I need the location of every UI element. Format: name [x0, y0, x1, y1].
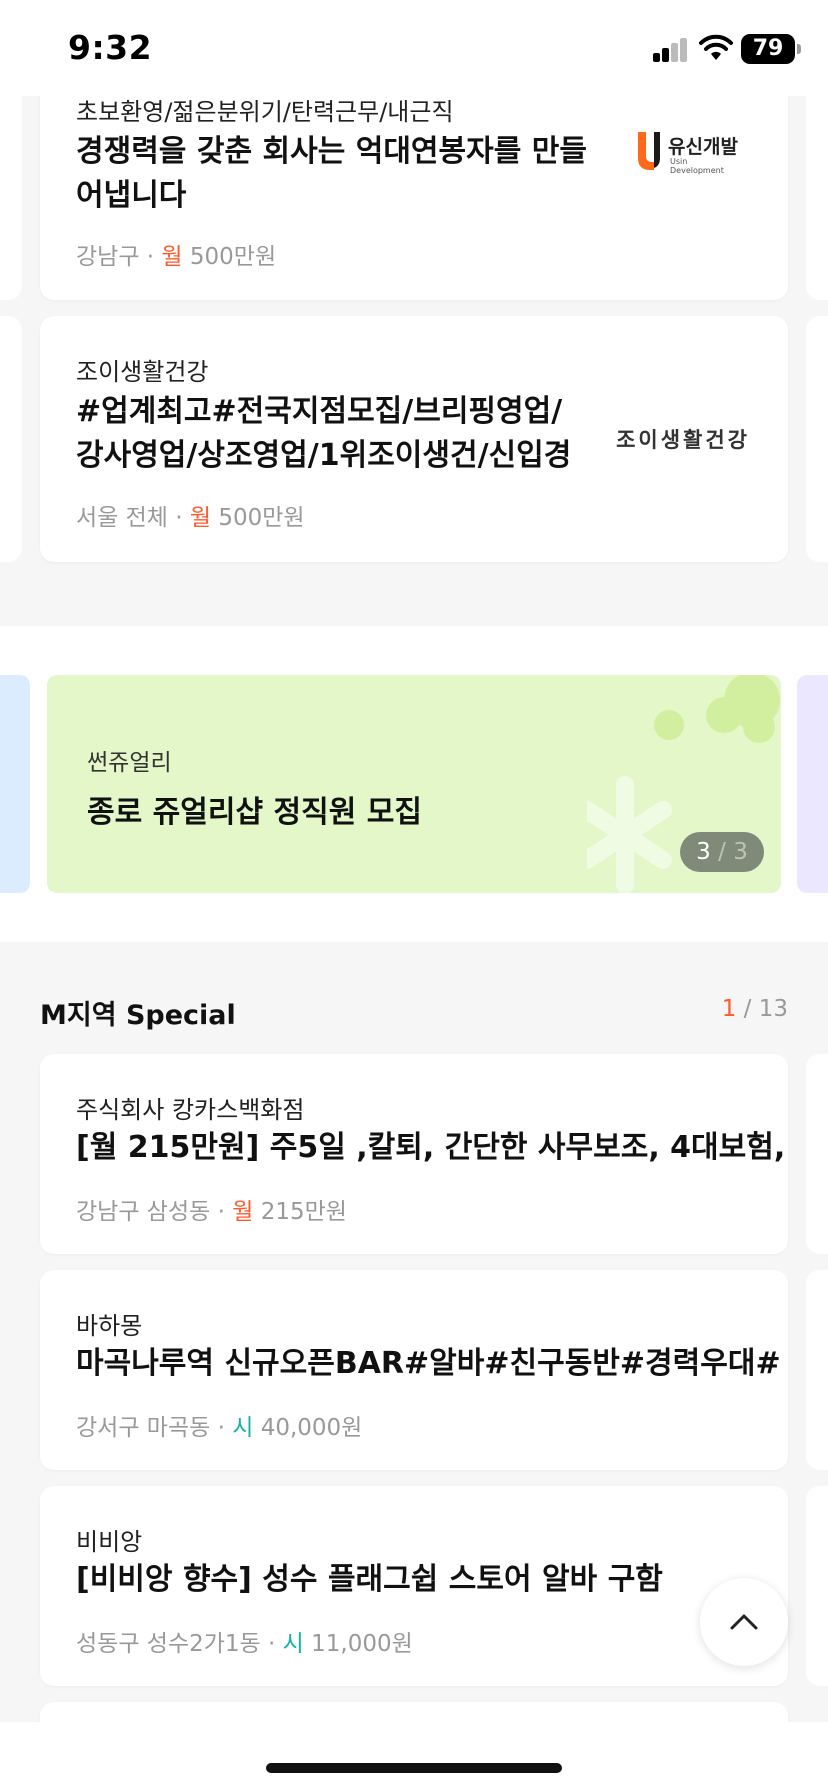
pay-amount: 11,000원 [311, 1631, 413, 1657]
job-meta: 강서구 마곡동 · 시 40,000원 [76, 1415, 363, 1441]
pay-type: 월 [189, 505, 212, 531]
job-location: 강남구 삼성동 [76, 1199, 211, 1225]
job-title-line1: 경쟁력을 갖춘 회사는 억대연봉자를 만들 [76, 134, 587, 169]
job-title-line1: #업계최고#전국지점모집/브리핑영업/ [76, 394, 563, 429]
pager-current: 3 [696, 839, 711, 865]
company-name: 바하몽 [76, 1312, 143, 1340]
prev-banner-stub[interactable] [0, 675, 30, 893]
banner-pager: 3 / 3 [680, 832, 764, 872]
prev-card-stub [0, 316, 22, 562]
job-title: [월 215만원] 주5일 ,칼퇴, 간단한 사무보조, 4대보험, [76, 1130, 786, 1165]
job-meta: 강남구 삼성동 · 월 215만원 [76, 1199, 347, 1225]
company-name: 비비앙 [76, 1528, 143, 1556]
usin-logo-mark-icon [638, 132, 660, 170]
job-card[interactable]: 초보환영/젊은분위기/탄력근무/내근직 경쟁력을 갖춘 회사는 억대연봉자를 만… [40, 70, 788, 300]
next-card-stub [806, 1054, 828, 1254]
section-page-total: 13 [758, 996, 788, 1022]
job-title: [비비앙 향수] 성수 플래그쉽 스토어 알바 구함 [76, 1562, 663, 1597]
pay-type: 월 [161, 244, 183, 270]
company-name: 조이생활건강 [76, 358, 209, 386]
prev-card-stub [0, 60, 22, 300]
logo-subtext: Usin Development [670, 157, 724, 175]
pay-type: 시 [282, 1631, 304, 1657]
job-location: 강서구 마곡동 [76, 1415, 211, 1441]
pay-amount: 500만원 [218, 505, 305, 531]
job-location: 강남구 [76, 244, 140, 270]
company-name: 주식회사 캉카스백화점 [76, 1096, 305, 1124]
job-meta: 서울 전체 · 월 500만원 [76, 505, 305, 531]
scroll-top-button[interactable] [700, 1578, 788, 1666]
cellular-signal-icon [653, 38, 689, 62]
company-logo: 조이생활건강 [616, 428, 750, 452]
banner-company: 썬쥬얼리 [87, 750, 172, 776]
battery-indicator: 79 [741, 34, 801, 64]
company-name: 초보환영/젊은분위기/탄력근무/내근직 [76, 98, 454, 126]
pay-type: 시 [232, 1415, 254, 1441]
next-banner-stub[interactable] [797, 675, 828, 893]
pay-type: 월 [232, 1199, 254, 1225]
job-title-line2: 어냅니다 [76, 178, 187, 213]
job-card[interactable]: 주식회사 캉카스백화점 [월 215만원] 주5일 ,칼퇴, 간단한 사무보조,… [40, 1054, 788, 1254]
wifi-icon [699, 34, 733, 60]
job-meta: 성동구 성수2가1동 · 시 11,000원 [76, 1631, 413, 1657]
section-page-current: 1 [721, 996, 737, 1022]
pager-total: 3 [733, 839, 748, 865]
promo-banner[interactable]: 썬쥬얼리 종로 쥬얼리샵 정직원 모집 3 / 3 [47, 675, 781, 893]
job-location: 성동구 성수2가1동 [76, 1631, 261, 1657]
next-card-stub [806, 60, 828, 300]
logo-text: 유신개발 [668, 136, 738, 158]
bottom-safe-area [0, 1722, 828, 1792]
next-card-stub [806, 1486, 828, 1686]
chevron-up-icon [730, 1614, 758, 1630]
job-card[interactable]: 비비앙 [비비앙 향수] 성수 플래그쉽 스토어 알바 구함 성동구 성수2가1… [40, 1486, 788, 1686]
status-bar: 9:32 79 [0, 0, 828, 96]
banner-title: 종로 쥬얼리샵 정직원 모집 [87, 795, 422, 830]
home-indicator[interactable] [266, 1763, 562, 1773]
job-card[interactable]: 바하몽 마곡나루역 신규오픈BAR#알바#친구동반#경력우대# 강서구 마곡동 … [40, 1270, 788, 1470]
next-card-stub [806, 316, 828, 562]
status-time: 9:32 [68, 28, 153, 67]
job-card[interactable]: 조이생활건강 #업계최고#전국지점모집/브리핑영업/ 강사영업/상조영업/1위조… [40, 316, 788, 562]
job-title: 마곡나루역 신규오픈BAR#알바#친구동반#경력우대# [76, 1346, 781, 1381]
job-meta: 강남구 · 월 500만원 [76, 244, 277, 270]
job-location: 서울 전체 [76, 505, 168, 531]
section-pager: 1 / 13 [721, 996, 788, 1022]
pay-amount: 215만원 [260, 1199, 347, 1225]
pay-amount: 40,000원 [260, 1415, 363, 1441]
pay-amount: 500만원 [189, 244, 277, 270]
company-logo: 유신개발 Usin Development [634, 130, 738, 175]
section-title: M지역 Special [40, 1000, 236, 1031]
job-title-line2: 강사영업/상조영업/1위조이생건/신입경 [76, 438, 572, 473]
next-card-stub [806, 1270, 828, 1470]
